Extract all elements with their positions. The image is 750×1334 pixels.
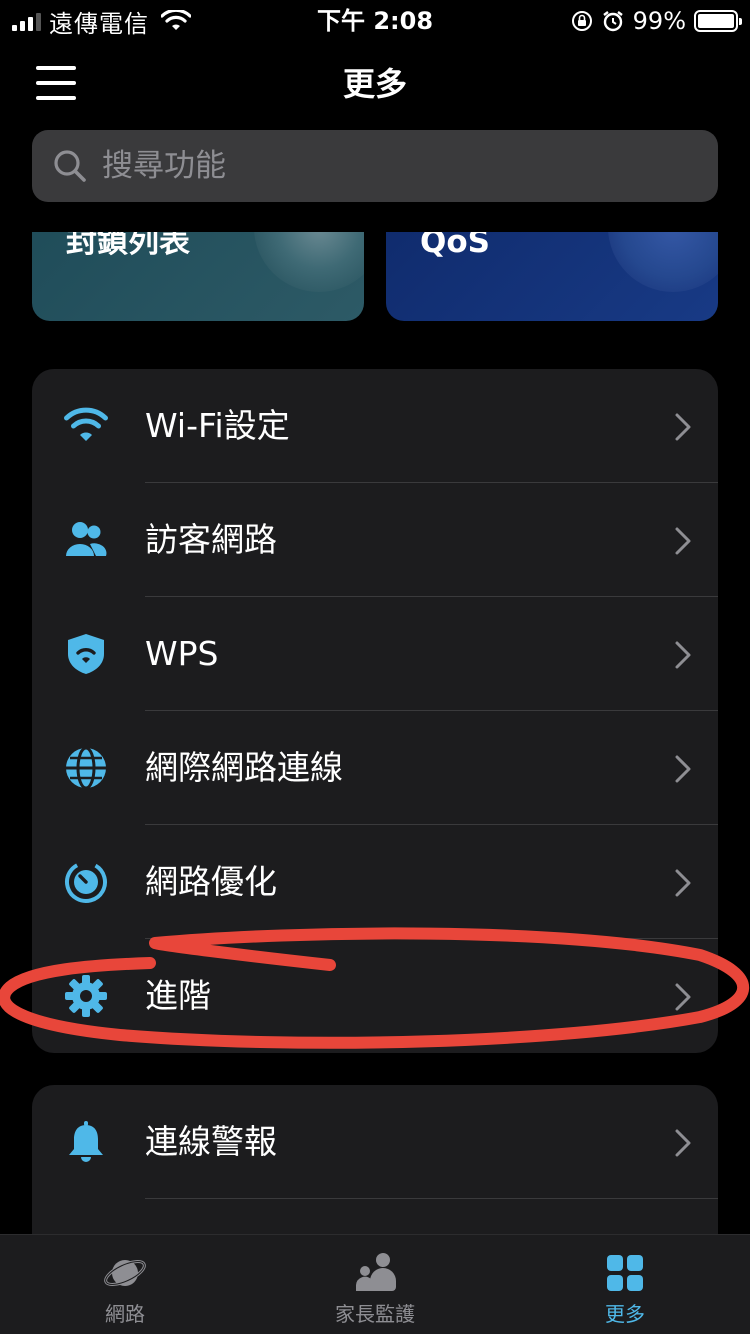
menu-item-internet-connection[interactable]: 網際網路連線 bbox=[32, 711, 718, 825]
guest-users-icon bbox=[66, 522, 107, 556]
tab-more[interactable]: 更多 bbox=[500, 1235, 750, 1334]
menu-item-label: 訪客網路 bbox=[145, 520, 277, 559]
menu-item-network-optimization[interactable]: 網路優化 bbox=[32, 825, 718, 939]
battery-percent: 99% bbox=[632, 7, 686, 35]
alarm-icon bbox=[602, 11, 623, 32]
menu-item-guest-network[interactable]: 訪客網路 bbox=[32, 483, 718, 597]
speedometer-icon bbox=[65, 861, 107, 903]
globe-icon bbox=[66, 746, 106, 790]
nav-bar: 更多 bbox=[0, 44, 750, 124]
tab-label: 家長監護 bbox=[335, 1302, 415, 1326]
qos-illustration bbox=[608, 232, 718, 292]
chevron-right-icon bbox=[675, 413, 691, 441]
blocklist-illustration bbox=[254, 232, 364, 292]
planet-icon bbox=[104, 1260, 146, 1286]
menu-item-label: WPS bbox=[145, 634, 219, 673]
tab-bar: 網路 家長監護 更多 bbox=[0, 1234, 750, 1334]
menu-item-connection-alerts[interactable]: 連線警報 bbox=[32, 1085, 718, 1199]
chevron-right-icon bbox=[675, 983, 691, 1011]
status-bar: 遠傳電信 下午 2:08 99% bbox=[0, 0, 750, 44]
page-title: 更多 bbox=[342, 65, 407, 103]
divider bbox=[145, 1198, 718, 1199]
menu-item-label: Wi-Fi設定 bbox=[145, 406, 290, 445]
chevron-right-icon bbox=[675, 1129, 691, 1157]
gear-icon bbox=[65, 975, 107, 1017]
wifi-icon bbox=[64, 407, 108, 441]
qos-card[interactable]: QoS bbox=[386, 232, 718, 321]
menu-item-label: 進階 bbox=[145, 976, 211, 1015]
tab-label: 網路 bbox=[105, 1302, 145, 1326]
blocklist-card-label: 封鎖列表 bbox=[66, 232, 190, 260]
orientation-lock-icon bbox=[571, 11, 592, 31]
chevron-right-icon bbox=[675, 755, 691, 783]
menu-item-wps[interactable]: WPS bbox=[32, 597, 718, 711]
menu-item-advanced[interactable]: 進階 bbox=[32, 939, 718, 1053]
settings-menu-group: Wi-Fi設定 訪客網路 WPS 網際網路連線 網路優化 進階 bbox=[32, 369, 718, 1053]
search-input[interactable] bbox=[102, 148, 662, 184]
tab-network[interactable]: 網路 bbox=[0, 1235, 250, 1334]
family-icon bbox=[356, 1253, 396, 1291]
grid-icon bbox=[607, 1255, 643, 1291]
menu-item-wifi-settings[interactable]: Wi-Fi設定 bbox=[32, 369, 718, 483]
blocklist-card[interactable]: 封鎖列表 bbox=[32, 232, 364, 321]
chevron-right-icon bbox=[675, 641, 691, 669]
alerts-menu-group: 連線警報 bbox=[32, 1085, 718, 1245]
chevron-right-icon bbox=[675, 527, 691, 555]
menu-item-label: 連線警報 bbox=[145, 1122, 277, 1161]
search-icon bbox=[54, 150, 86, 182]
qos-card-label: QoS bbox=[420, 232, 490, 260]
tab-parental-controls[interactable]: 家長監護 bbox=[250, 1235, 500, 1334]
menu-item-label: 網路優化 bbox=[145, 862, 277, 901]
battery-icon bbox=[694, 10, 742, 32]
tab-label: 更多 bbox=[605, 1302, 645, 1326]
chevron-right-icon bbox=[675, 869, 691, 897]
wps-shield-icon bbox=[68, 634, 104, 674]
bell-icon bbox=[69, 1121, 103, 1162]
feature-cards: 封鎖列表 QoS bbox=[0, 232, 750, 332]
search-bar[interactable] bbox=[32, 130, 718, 202]
menu-item-label: 網際網路連線 bbox=[145, 748, 343, 787]
